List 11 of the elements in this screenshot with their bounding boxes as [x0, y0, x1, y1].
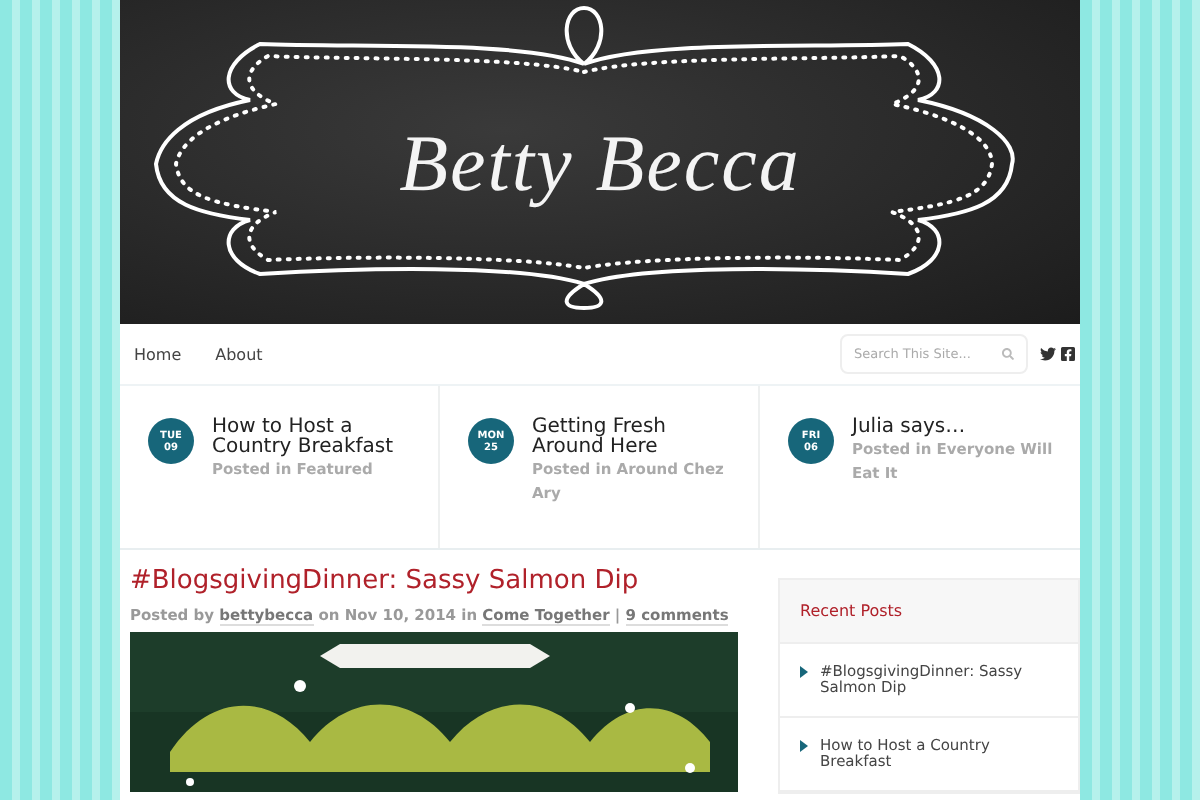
- nav-link[interactable]: Home: [134, 345, 182, 363]
- post-title[interactable]: #BlogsgivingDinner: Sassy Salmon Dip: [130, 566, 738, 596]
- featured-title[interactable]: Getting Fresh Around Here: [532, 418, 742, 458]
- bullet-icon: [800, 740, 808, 752]
- twitter-icon[interactable]: [1040, 346, 1056, 362]
- featured-title[interactable]: Julia says…: [852, 418, 1064, 438]
- widget-title: Recent Posts: [780, 580, 1078, 644]
- featured-title[interactable]: How to Host a Country Breakfast: [212, 418, 422, 458]
- bullet-icon: [800, 666, 808, 678]
- facebook-icon[interactable]: [1060, 346, 1076, 362]
- nav-link[interactable]: About: [215, 345, 263, 363]
